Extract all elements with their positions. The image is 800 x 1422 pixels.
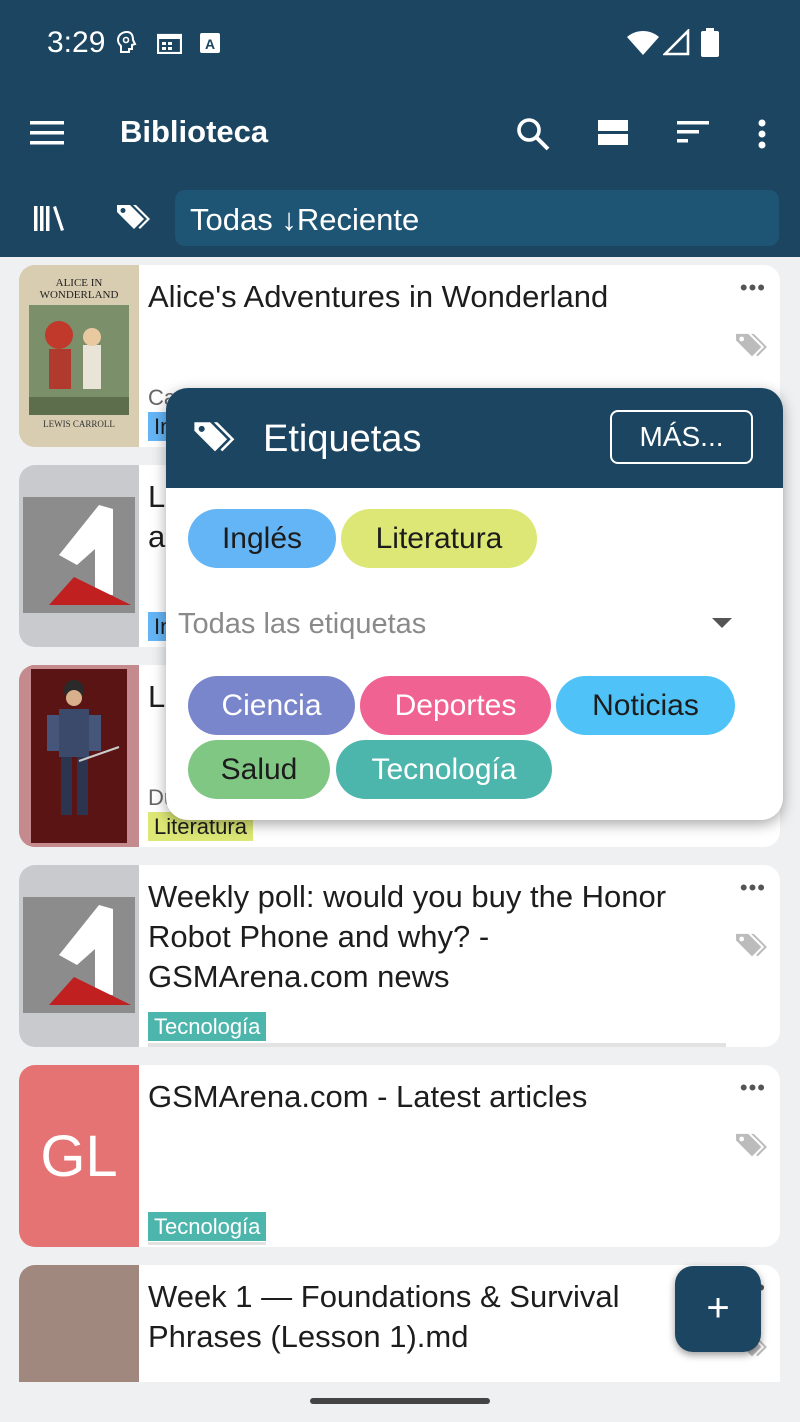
tags-icon[interactable] — [115, 202, 153, 234]
navigation-bar — [0, 1382, 800, 1422]
cover-illustration — [19, 665, 139, 847]
more-tags-button[interactable]: MÁS... — [610, 410, 753, 464]
filter-sort-selector[interactable]: Todas ↓Reciente — [175, 190, 779, 246]
reading-progress-bar — [148, 1043, 726, 1047]
tag-chip-salud[interactable]: Salud — [188, 740, 330, 799]
book-cover: ALICE IN WONDERLAND LEWIS CARROLL — [19, 265, 139, 447]
chevron-down-icon[interactable] — [712, 618, 732, 628]
view-toggle-icon[interactable] — [598, 120, 628, 146]
tags-icon — [194, 422, 235, 452]
placeholder-cover-icon — [23, 897, 135, 1013]
page-title: Biblioteca — [120, 114, 269, 149]
book-cover — [19, 665, 139, 847]
book-cover — [19, 865, 139, 1047]
item-menu-icon[interactable]: ••• — [740, 1075, 766, 1101]
book-title: Week 1 — Foundations & Survival Phrases … — [148, 1279, 620, 1354]
font-notification-icon: A — [200, 33, 220, 53]
status-time: 3:29 — [47, 26, 106, 59]
tag-icon[interactable] — [734, 931, 770, 961]
book-title: Alice's Adventures in Wonderland — [148, 279, 609, 314]
selected-tag-literatura[interactable]: Literatura — [341, 509, 537, 568]
library-icon[interactable] — [33, 204, 65, 232]
book-cover-initials: GL — [19, 1065, 139, 1247]
tag-chip-noticias[interactable]: Noticias — [556, 676, 735, 735]
tags-popup: Etiquetas MÁS... Inglés Literatura Todas… — [166, 388, 783, 820]
cover-author: LEWIS CARROLL — [43, 419, 115, 429]
signal-icon — [663, 29, 690, 56]
svg-text:A: A — [205, 36, 215, 52]
popup-title: Etiquetas — [263, 418, 422, 460]
tag-chip-ciencia[interactable]: Ciencia — [188, 676, 355, 735]
book-cover-initials: WF — [19, 1265, 139, 1382]
item-menu-icon[interactable]: ••• — [740, 275, 766, 301]
placeholder-cover-icon — [23, 497, 135, 613]
book-tag: Tecnología — [148, 1012, 267, 1041]
filter-bar: Todas ↓Reciente — [0, 188, 800, 250]
sort-icon[interactable] — [677, 121, 709, 143]
app-bar: 3:29 A Biblioteca Todas ↓Reciente — [0, 0, 800, 257]
tag-icon[interactable] — [734, 331, 770, 361]
selected-tag-ingles[interactable]: Inglés — [188, 509, 336, 568]
overflow-menu-icon[interactable] — [757, 119, 767, 149]
add-book-button[interactable]: + — [675, 1266, 761, 1352]
cover-title: ALICE IN WONDERLAND — [39, 277, 119, 301]
wifi-icon — [627, 31, 659, 55]
tags-dropdown[interactable]: Todas las etiquetas — [178, 608, 426, 641]
gesture-handle[interactable] — [310, 1398, 490, 1404]
list-item[interactable]: Weekly poll: would you buy the Honor Rob… — [19, 865, 780, 1047]
book-tag: Tecnología — [148, 1212, 267, 1241]
battery-icon — [701, 28, 719, 57]
tag-chip-deportes[interactable]: Deportes — [360, 676, 551, 735]
reading-progress-bar — [148, 1242, 266, 1245]
calendar-notification-icon — [157, 33, 182, 54]
tag-chip-tecnologia[interactable]: Tecnología — [336, 740, 552, 799]
popup-header: Etiquetas MÁS... — [166, 388, 783, 488]
book-title: Weekly poll: would you buy the Honor Rob… — [148, 879, 667, 994]
menu-icon[interactable] — [30, 120, 64, 146]
brain-notification-icon — [116, 30, 137, 53]
book-title: GSMArena.com - Latest articles — [148, 1079, 588, 1114]
search-icon[interactable] — [516, 117, 550, 151]
tag-icon[interactable] — [734, 1131, 770, 1161]
item-menu-icon[interactable]: ••• — [740, 875, 766, 901]
list-item[interactable]: WF Week 1 — Foundations & Survival Phras… — [19, 1265, 780, 1382]
book-cover — [19, 465, 139, 647]
list-item[interactable]: GL GSMArena.com - Latest articles Tecnol… — [19, 1065, 780, 1247]
status-bar: 3:29 A — [0, 0, 800, 88]
